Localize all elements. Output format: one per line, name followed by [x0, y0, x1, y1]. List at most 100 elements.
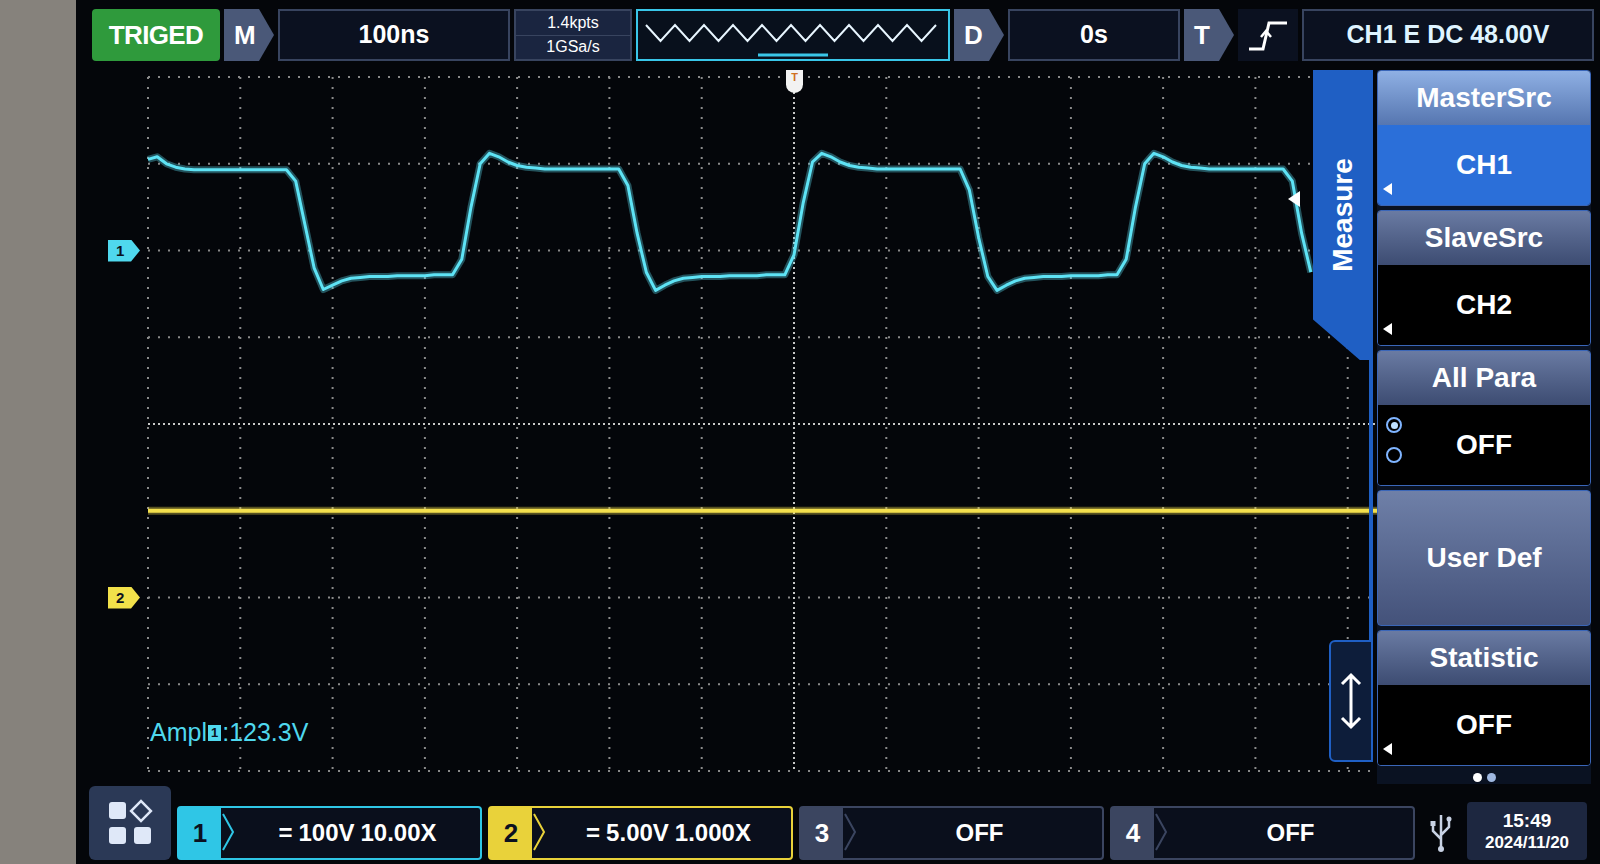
delay-box[interactable]: 0s: [1008, 9, 1180, 61]
channel-trace: [148, 153, 1311, 290]
menu-value-box[interactable]: OFF: [1378, 685, 1590, 765]
trigger-edge: [1238, 9, 1298, 61]
menu-value[interactable]: OFF: [1456, 424, 1512, 466]
page-dot[interactable]: [1473, 773, 1482, 782]
menu-label: User Def: [1426, 537, 1541, 579]
timebase: 100ns: [359, 16, 430, 54]
channel-box[interactable]: 4 OFF: [1110, 806, 1415, 860]
trigger-position-label: T: [791, 70, 798, 83]
channel-number-cell: 2: [490, 808, 532, 858]
sample-rate: 1GSa/s: [546, 39, 599, 55]
coupling: =: [278, 815, 292, 851]
channel-state: OFF: [956, 815, 1004, 851]
chevron-icon: [1154, 808, 1168, 856]
delay-label: D: [964, 16, 983, 55]
trigger-label-box: T: [1184, 9, 1234, 61]
menu-item[interactable]: SlaveSrc CH2: [1377, 210, 1591, 346]
waveform-overview-icon: [638, 11, 948, 59]
measurement-readout: Ampl1:123.3V: [150, 720, 308, 745]
channel-number: 2: [504, 814, 518, 853]
channel-marker-label: 1: [116, 243, 124, 258]
menu-value: CH2: [1456, 284, 1512, 326]
menu-label: MasterSrc: [1416, 77, 1551, 119]
page-dot[interactable]: [1487, 773, 1496, 782]
usb-status: [1421, 806, 1461, 860]
probe-ratio: 1.000X: [675, 815, 751, 851]
menu-value: CH1: [1456, 144, 1512, 186]
chevron-icon: [221, 808, 235, 856]
menu-item[interactable]: MasterSrc CH1: [1377, 70, 1591, 206]
scope-screen: TRIGED M 100ns 1.4kpts 1GSa/s D 0s T CH1 E DC 48…: [76, 0, 1600, 864]
clock-date: 2024/11/20: [1485, 832, 1569, 853]
clock-time: 15:49: [1503, 809, 1552, 833]
menu-label: Statistic: [1430, 637, 1539, 679]
apps-grid-icon: [105, 798, 155, 848]
memory-depth: 1.4kpts: [547, 15, 599, 31]
status-bar: TRIGED M 100ns 1.4kpts 1GSa/s D 0s T CH1 E DC 48…: [76, 0, 1600, 70]
channel-marker-label: 2: [116, 590, 124, 605]
menu-item[interactable]: Statistic OFF: [1377, 630, 1591, 766]
coupling: =: [586, 815, 600, 851]
channel-bar: 1=100V10.00X2=5.00V1.000X3OFF4OFF15:4920…: [76, 784, 1600, 864]
timebase-box[interactable]: 100ns: [278, 9, 510, 61]
trigger-box[interactable]: CH1 E DC 48.00V: [1302, 9, 1594, 61]
channel-box[interactable]: 2 =5.00V1.000X: [488, 806, 793, 860]
channel-number-cell: 3: [801, 808, 843, 858]
menu-tab-column: Measure: [1313, 70, 1373, 784]
channel-number-cell: 4: [1112, 808, 1154, 858]
display-area: 12TAmpl1:123.3V MeasureMasterSrcCH1Slave…: [76, 70, 1600, 784]
rising-edge-icon: [1245, 15, 1291, 55]
channel-box[interactable]: 1=100V10.00X: [177, 806, 482, 860]
channel-number: 1: [193, 814, 207, 853]
up-down-arrows-icon: [1338, 671, 1364, 731]
channel-box[interactable]: 3 OFF: [799, 806, 1104, 860]
scroll-toggle[interactable]: [1329, 640, 1373, 762]
menu-label: SlaveSrc: [1425, 217, 1543, 259]
mode-label: M: [234, 16, 256, 55]
channel-trace: [148, 509, 1440, 513]
radio-button[interactable]: [1386, 417, 1402, 433]
menu-item[interactable]: All Para OFF: [1377, 350, 1591, 486]
acquisition-box: 1.4kpts 1GSa/s: [514, 9, 632, 61]
waveform-grid: 12TAmpl1:123.3V: [148, 77, 1440, 771]
probe-ratio: 10.00X: [361, 815, 437, 851]
menu-value: OFF: [1456, 704, 1512, 746]
bezel: [0, 0, 76, 864]
radio-button[interactable]: [1386, 447, 1402, 463]
channel-number-cell: 1: [179, 808, 221, 858]
menu-value-box[interactable]: CH2: [1378, 265, 1590, 345]
scope-frame: TRIGED M 100ns 1.4kpts 1GSa/s D 0s T CH1 E DC 48…: [0, 0, 1600, 864]
measure-menu: Measure MasterSrc CH1 SlaveSrc CH2 All Para OF…: [1313, 70, 1595, 784]
measure-tab[interactable]: Measure: [1313, 70, 1373, 360]
selector-icon: [1383, 323, 1392, 335]
menu-items: MasterSrc CH1 SlaveSrc CH2 All Para OFF User D…: [1377, 70, 1591, 784]
menu-button[interactable]: User Def: [1377, 490, 1591, 626]
channel-marker[interactable]: 1: [108, 240, 140, 262]
waveform-overview[interactable]: [636, 9, 950, 61]
selector-icon: [1383, 743, 1392, 755]
trigger-setting: CH1 E DC 48.00V: [1347, 16, 1550, 54]
trigger-state: TRIGED: [109, 16, 203, 55]
selector-icon: [1383, 183, 1392, 195]
measurement-channel: 1: [208, 725, 221, 741]
delay-label-box: D: [954, 9, 1004, 61]
apps-button[interactable]: [89, 786, 171, 860]
measurement-value: :123.3V: [222, 720, 308, 745]
usb-icon: [1429, 813, 1453, 853]
channel-marker[interactable]: 2: [108, 587, 140, 609]
channel-state: OFF: [1267, 815, 1315, 851]
chevron-icon: [532, 808, 546, 856]
volts-per-div: 5.00V: [606, 815, 669, 851]
channel-number: 4: [1126, 814, 1140, 853]
trigger-status-box: TRIGED: [92, 9, 220, 61]
trigger-position-marker[interactable]: T: [786, 70, 803, 93]
chevron-icon: [843, 808, 857, 856]
mode-box[interactable]: M: [224, 9, 274, 61]
delay-value: 0s: [1080, 16, 1108, 54]
menu-label: All Para: [1432, 357, 1536, 399]
trigger-label: T: [1194, 16, 1210, 55]
menu-value-box[interactable]: CH1: [1378, 125, 1590, 205]
measurement-name: Ampl: [150, 720, 207, 745]
waveform-plot: [148, 77, 1440, 771]
trigger-level-icon[interactable]: [1288, 191, 1300, 207]
